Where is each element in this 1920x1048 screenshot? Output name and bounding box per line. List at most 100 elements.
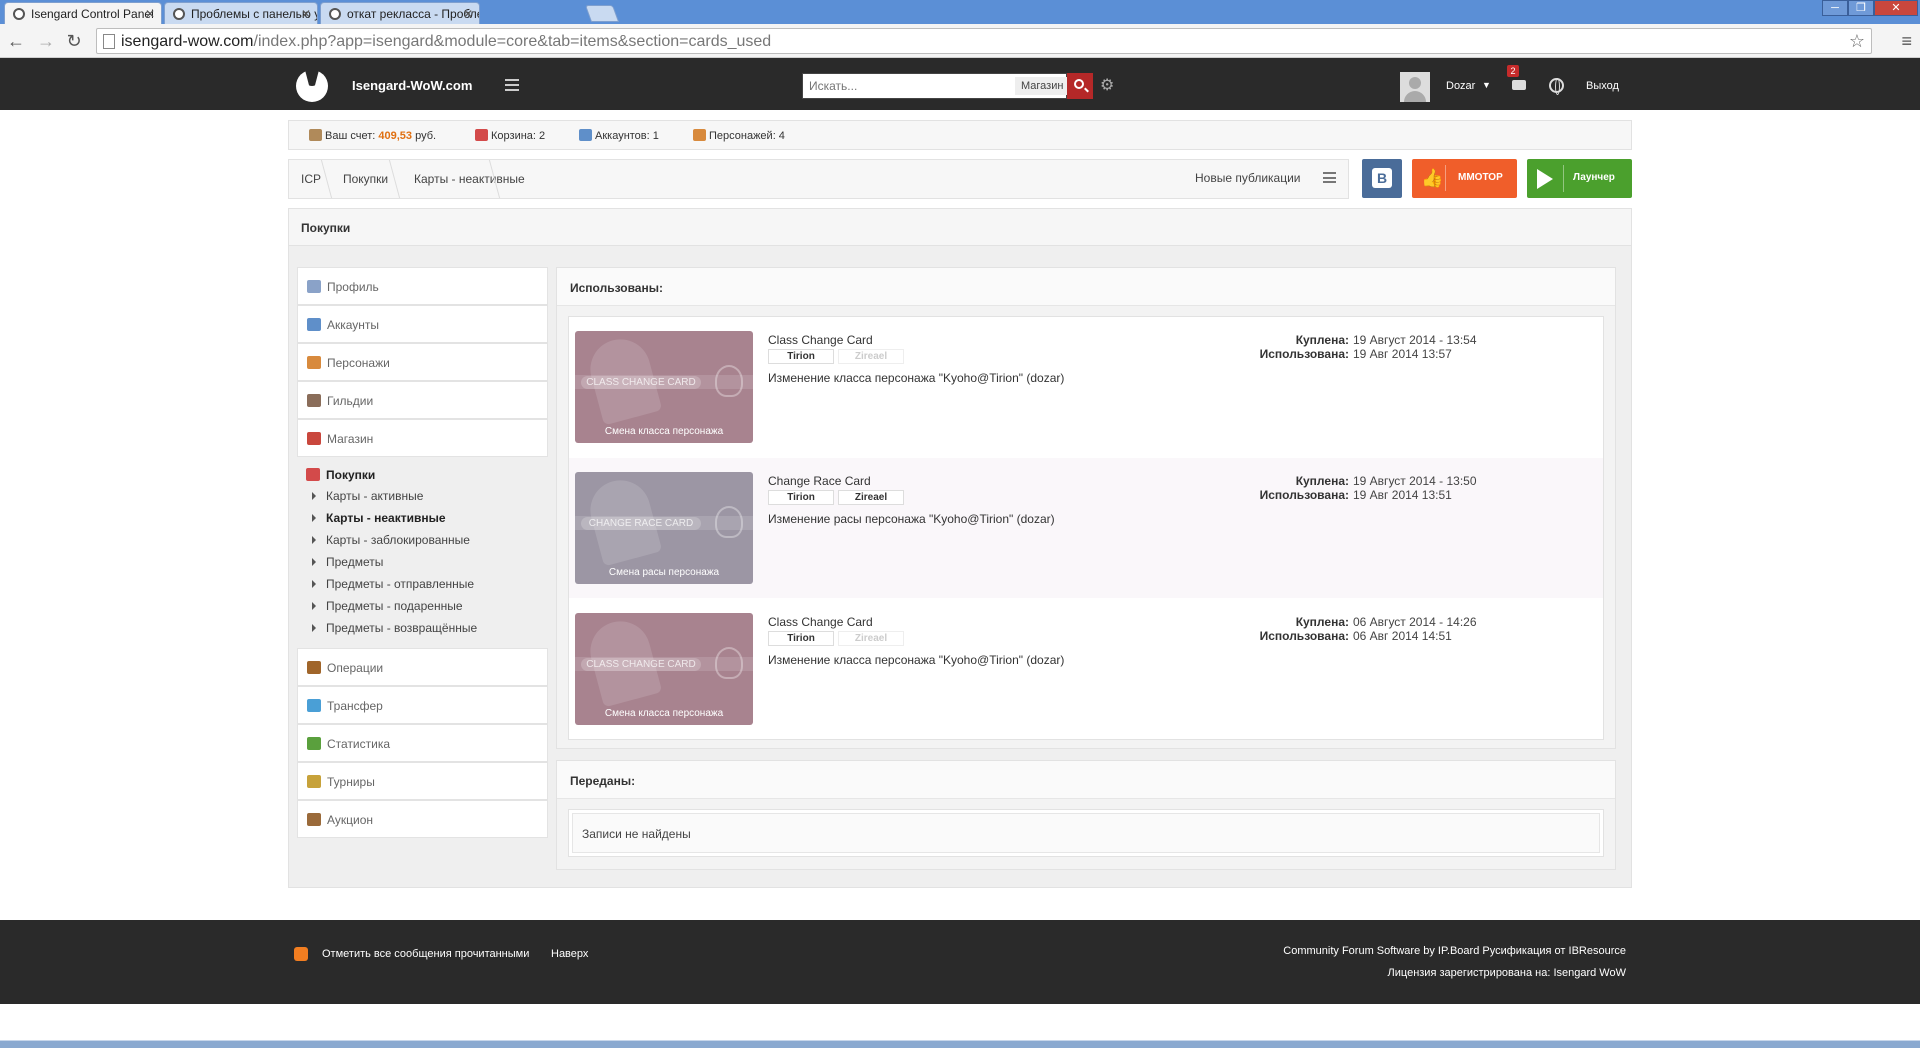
class-change-card-image[interactable]: CLASS CHANGE CARD Смена класса персонажа — [575, 613, 753, 725]
realm-tag: Tirion — [768, 631, 834, 646]
breadcrumb: ICP Покупки Карты - неактивные — [288, 159, 1349, 199]
sidebar-item-shop[interactable]: Магазин — [297, 419, 548, 457]
mark-all-read-link[interactable]: Отметить все сообщения прочитанными — [322, 948, 529, 960]
reload-icon[interactable]: ↻ — [64, 31, 84, 51]
pentagram-icon — [715, 647, 743, 679]
arrow-right-icon — [312, 492, 316, 500]
new-tab-button[interactable] — [584, 5, 620, 22]
mmotop-button[interactable]: 👍 ММОТОР — [1412, 159, 1517, 198]
logout-link[interactable]: Выход — [1586, 80, 1619, 92]
tab-close-icon[interactable]: ✕ — [463, 3, 473, 24]
sidebar-subitem-label: Карты - активные — [326, 489, 424, 503]
sidebar-item-characters[interactable]: Персонажи — [297, 343, 548, 381]
url-host: isengard-wow.com — [121, 33, 254, 50]
card-image-title: CLASS CHANGE CARD — [581, 658, 701, 671]
sidebar-item-guilds[interactable]: Гильдии — [297, 381, 548, 419]
change-race-card-image[interactable]: CHANGE RACE CARD Смена расы персонажа — [575, 472, 753, 584]
browser-tab-strip: Isengard Control Panel ✕ Проблемы с пане… — [0, 0, 1920, 24]
sidebar-subitem-active-cards[interactable]: Карты - активные — [297, 487, 548, 507]
class-change-card-image[interactable]: CLASS CHANGE CARD Смена класса персонажа — [575, 331, 753, 443]
card-description: Изменение класса персонажа "Kyoho@Tirion… — [768, 371, 1065, 385]
launcher-button[interactable]: Лаунчер — [1527, 159, 1632, 198]
username[interactable]: Dozar — [1446, 80, 1475, 92]
list-icon[interactable] — [1323, 172, 1336, 183]
sidebar-subitem-items-gifted[interactable]: Предметы - подаренные — [297, 597, 548, 617]
search-button[interactable] — [1067, 73, 1093, 99]
card-image-caption: Смена расы персонажа — [608, 567, 720, 578]
sidebar-item-label: Аукцион — [327, 813, 373, 827]
sidebar-item-profile[interactable]: Профиль — [297, 267, 548, 305]
shop-icon — [307, 432, 321, 445]
sidebar-item-label: Статистика — [327, 737, 391, 751]
forward-arrow-icon[interactable]: → — [36, 31, 56, 51]
url-path: /index.php?app=isengard&module=core&tab=… — [253, 33, 772, 50]
used-cards-heading: Использованы: — [570, 281, 663, 295]
arrow-right-icon — [312, 558, 316, 566]
tab-close-icon[interactable]: ✕ — [145, 3, 155, 24]
list-icon[interactable] — [505, 79, 519, 91]
vk-button[interactable]: В — [1362, 159, 1402, 198]
browser-menu-icon[interactable]: ≡ — [1901, 32, 1912, 50]
sidebar-item-label: Магазин — [327, 432, 374, 446]
address-bar[interactable]: isengard-wow.com/index.php?app=isengard&… — [96, 28, 1872, 54]
brand-name[interactable]: Isengard-WoW.com — [352, 78, 472, 93]
sidebar-item-tournaments[interactable]: Турниры — [297, 762, 548, 800]
balance-label: Ваш счет: — [325, 130, 376, 142]
isengard-logo[interactable] — [296, 70, 328, 102]
sidebar-subitem-items[interactable]: Предметы — [297, 553, 548, 573]
sidebar-item-label: Трансфер — [327, 699, 383, 713]
card-date-values: 19 Август 2014 - 13:50 19 Авг 2014 13:51 — [1353, 474, 1477, 502]
sidebar-item-operations[interactable]: Операции — [297, 648, 548, 686]
sidebar-item-auction[interactable]: Аукцион — [297, 800, 548, 838]
search-form: Магазин — [802, 73, 1070, 99]
search-input[interactable] — [803, 74, 1013, 98]
back-to-top-link[interactable]: Наверх — [551, 948, 588, 960]
sidebar-subitem-items-sent[interactable]: Предметы - отправленные — [297, 575, 548, 595]
new-publications-link[interactable]: Новые публикации — [1195, 171, 1301, 185]
page-icon — [103, 34, 115, 49]
messages-icon[interactable] — [1512, 80, 1526, 90]
footer-credits[interactable]: Community Forum Software by IP.Board Рус… — [1200, 945, 1626, 957]
gear-icon[interactable]: ⚙ — [1100, 75, 1114, 95]
transferred-cards-list: Записи не найдены — [568, 809, 1604, 857]
character-tag: Zireael — [838, 490, 904, 505]
sidebar-item-accounts[interactable]: Аккаунты — [297, 305, 548, 343]
globe-icon[interactable] — [1549, 78, 1564, 95]
card-description: Изменение расы персонажа "Kyoho@Tirion" … — [768, 512, 1055, 526]
back-arrow-icon[interactable]: ← — [6, 31, 26, 51]
cart[interactable]: Корзина: 2 — [475, 129, 545, 142]
character-tag: Zireael — [838, 631, 904, 646]
used-cards-list: CLASS CHANGE CARD Смена класса персонажа… — [568, 316, 1604, 740]
sidebar-item-statistics[interactable]: Статистика — [297, 724, 548, 762]
rss-icon[interactable] — [294, 947, 308, 961]
card-row: CLASS CHANGE CARD Смена класса персонажа… — [569, 599, 1603, 739]
sidebar-subitem-inactive-cards[interactable]: Карты - неактивные — [297, 509, 548, 529]
tab-close-icon[interactable]: ✕ — [301, 3, 311, 24]
bought-label: Куплена: — [1295, 474, 1349, 488]
characters-count[interactable]: Персонажей: 4 — [693, 129, 785, 142]
sidebar-subitem-items-returned[interactable]: Предметы - возвращённые — [297, 619, 548, 639]
accounts-count[interactable]: Аккаунтов: 1 — [579, 129, 659, 142]
window-close-button[interactable]: ✕ — [1874, 0, 1918, 16]
url-text[interactable]: isengard-wow.com/index.php?app=isengard&… — [121, 32, 771, 52]
card-date-labels: Куплена: Использована: — [1129, 333, 1349, 361]
sidebar-item-label: Гильдии — [327, 394, 374, 408]
sidebar-subitem-blocked-cards[interactable]: Карты - заблокированные — [297, 531, 548, 551]
browser-tab-rollback[interactable]: откат рекласса - Пробле ✕ — [320, 2, 480, 24]
minimize-button[interactable]: ─ — [1822, 0, 1848, 16]
guilds-icon — [307, 394, 321, 407]
search-scope[interactable]: Магазин — [1015, 77, 1070, 95]
maximize-button[interactable]: ❐ — [1848, 0, 1874, 16]
character-tag: Zireael — [838, 349, 904, 364]
avatar[interactable] — [1400, 72, 1430, 102]
balance[interactable]: Ваш счет: 409,53 руб. — [309, 129, 436, 142]
browser-tab-isengard[interactable]: Isengard Control Panel ✕ — [4, 2, 162, 24]
card-date-values: 19 Август 2014 - 13:54 19 Авг 2014 13:57 — [1353, 333, 1477, 361]
bookmark-star-icon[interactable]: ☆ — [1849, 31, 1865, 52]
card-description: Изменение класса персонажа "Kyoho@Tirion… — [768, 653, 1065, 667]
bought-date: 06 Август 2014 - 14:26 — [1353, 615, 1477, 629]
sidebar-item-transfer[interactable]: Трансфер — [297, 686, 548, 724]
browser-tab-problems[interactable]: Проблемы с панелью уп ✕ — [164, 2, 318, 24]
sidebar-item-purchases[interactable]: Покупки — [297, 465, 548, 485]
chevron-down-icon[interactable]: ▼ — [1482, 80, 1491, 90]
